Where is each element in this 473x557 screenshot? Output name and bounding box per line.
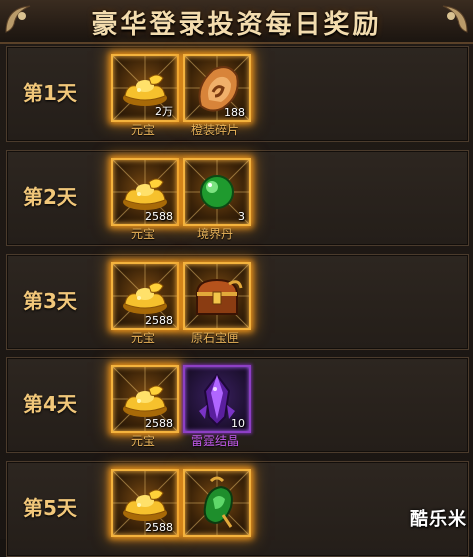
jade-pendant-icon bbox=[203, 476, 233, 528]
title-bar: 豪华登录投资每日奖励 bbox=[0, 0, 473, 44]
reward-name: 元宝 bbox=[130, 123, 155, 137]
reward-name: 雷霆结晶 bbox=[190, 434, 239, 448]
reward-slot[interactable]: 2588 bbox=[111, 365, 179, 433]
reward-count: 2万 bbox=[155, 105, 173, 118]
reward-name: 元宝 bbox=[130, 227, 155, 241]
reward-slot[interactable]: 188 bbox=[183, 54, 251, 122]
reward-slot[interactable]: 2588 bbox=[111, 469, 179, 537]
day-label: 第2天 bbox=[23, 185, 77, 209]
reward-count: 2588 bbox=[145, 314, 173, 327]
corner-ornament-icon bbox=[442, 5, 468, 33]
reward-count: 2588 bbox=[145, 417, 173, 430]
day-row: 第3天 2588 元宝 原石宝匣 bbox=[6, 254, 469, 350]
reward-name: 原石宝匣 bbox=[190, 331, 239, 345]
reward-slot[interactable]: 3 bbox=[183, 158, 251, 226]
reward-count: 3 bbox=[238, 210, 245, 223]
page-title: 豪华登录投资每日奖励 bbox=[91, 10, 382, 40]
reward-slot[interactable]: 2588 bbox=[111, 262, 179, 330]
reward-name: 境界丹 bbox=[196, 227, 233, 241]
reward-count: 2588 bbox=[145, 521, 173, 534]
reward-panel: 豪华登录投资每日奖励 第1天 2万 元宝 188 橙装碎片 第2天 2588 元宝 3 境界丹 第3… bbox=[0, 0, 473, 557]
day-label: 第3天 bbox=[23, 289, 77, 313]
reward-slot[interactable] bbox=[183, 262, 251, 330]
day-row: 第2天 2588 元宝 3 境界丹 bbox=[6, 150, 469, 246]
treasure-chest-icon bbox=[195, 278, 243, 315]
reward-name: 元宝 bbox=[130, 434, 155, 448]
day-label: 第4天 bbox=[23, 392, 77, 416]
day-row: 第5天 2588 bbox=[6, 461, 469, 557]
day-row: 第4天 2588 元宝 10 雷霆结晶 bbox=[6, 357, 469, 453]
reward-count: 10 bbox=[231, 417, 245, 430]
day-row: 第1天 2万 元宝 188 橙装碎片 bbox=[6, 46, 469, 142]
reward-slot[interactable]: 10 bbox=[183, 365, 251, 433]
reward-name: 元宝 bbox=[130, 331, 155, 345]
reward-count: 188 bbox=[224, 106, 245, 119]
reward-slot[interactable]: 2万 bbox=[111, 54, 179, 122]
watermark: 酷乐米 bbox=[410, 509, 467, 530]
day-label: 第5天 bbox=[23, 496, 77, 520]
day-label: 第1天 bbox=[23, 81, 77, 105]
reward-name: 橙装碎片 bbox=[190, 123, 239, 137]
reward-slot[interactable] bbox=[183, 469, 251, 537]
reward-count: 2588 bbox=[145, 210, 173, 223]
reward-slot[interactable]: 2588 bbox=[111, 158, 179, 226]
